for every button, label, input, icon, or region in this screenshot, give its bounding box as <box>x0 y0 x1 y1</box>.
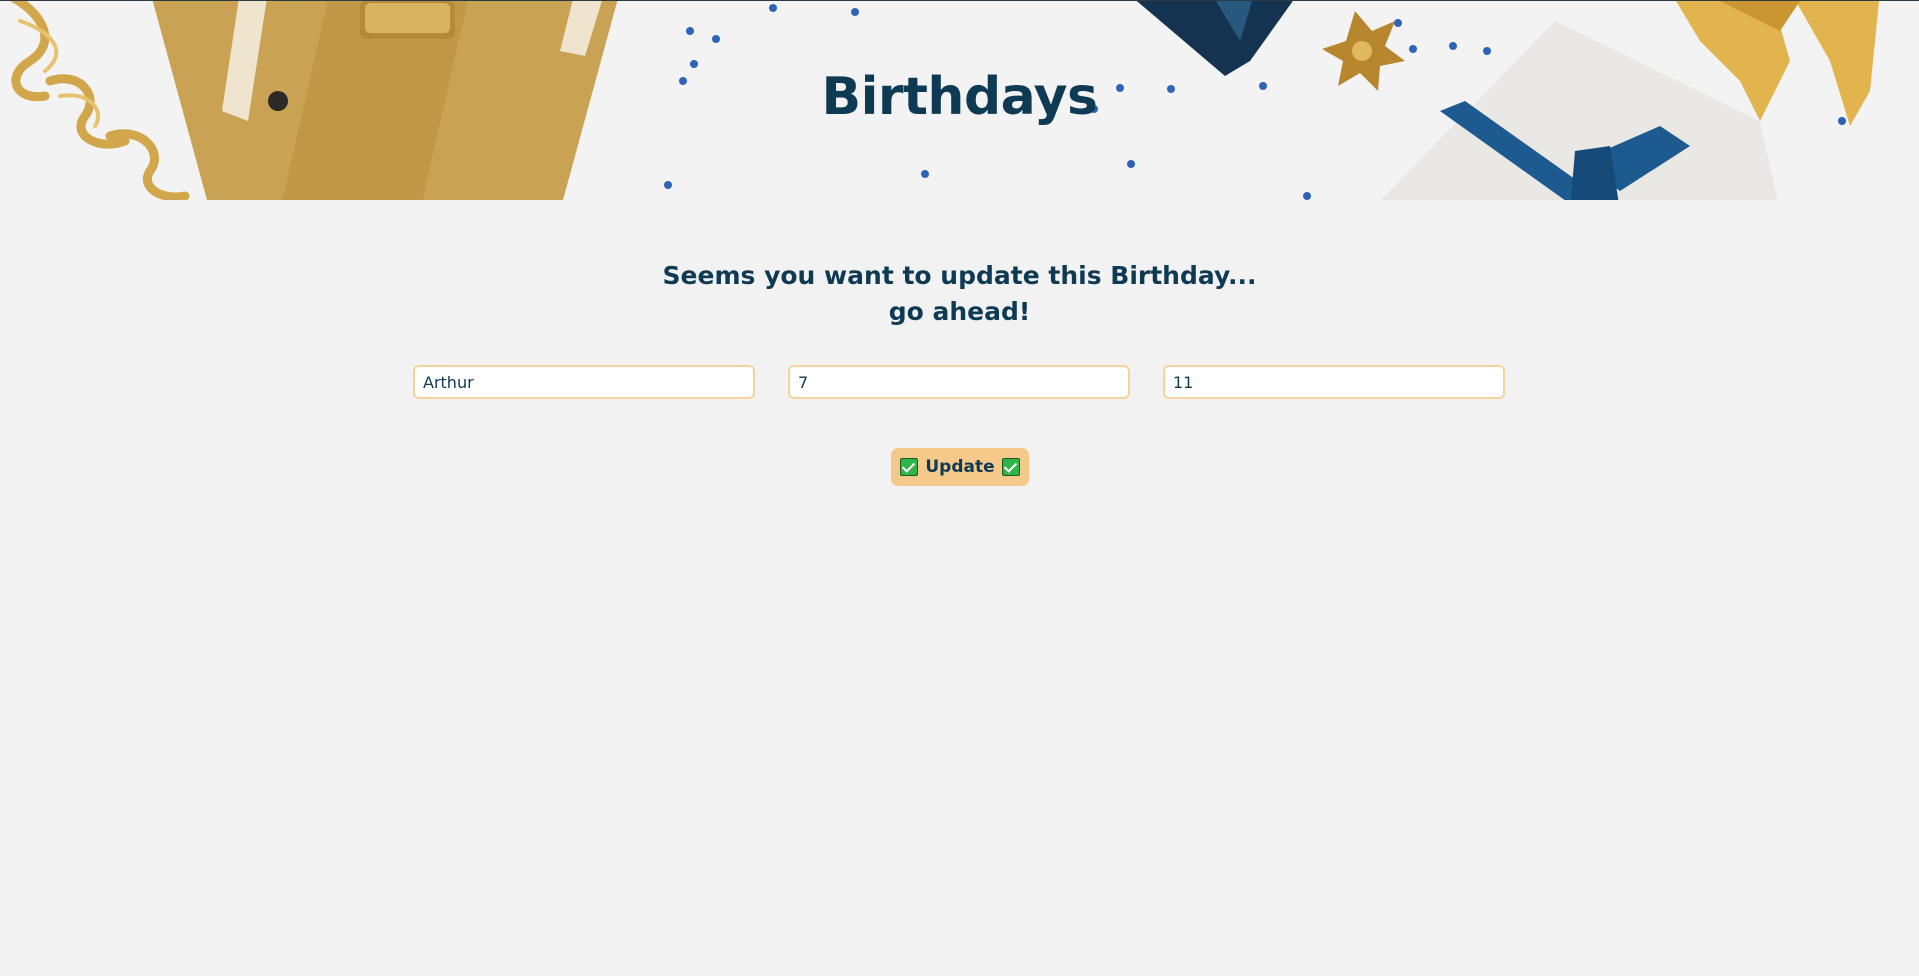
header-banner: Birthdays <box>0 1 1919 200</box>
check-mark-icon <box>1001 458 1020 476</box>
update-button-label: Update <box>925 457 995 477</box>
name-input[interactable] <box>413 365 755 399</box>
check-mark-icon <box>900 458 919 476</box>
update-prompt-line2: go ahead! <box>888 297 1031 326</box>
page-title: Birthdays <box>821 67 1098 127</box>
update-prompt: Seems you want to update this Birthday..… <box>0 258 1919 330</box>
day-input[interactable] <box>788 365 1130 399</box>
update-prompt-line1: Seems you want to update this Birthday..… <box>662 261 1257 290</box>
month-input[interactable] <box>1163 365 1505 399</box>
update-button[interactable]: Update <box>891 448 1029 486</box>
